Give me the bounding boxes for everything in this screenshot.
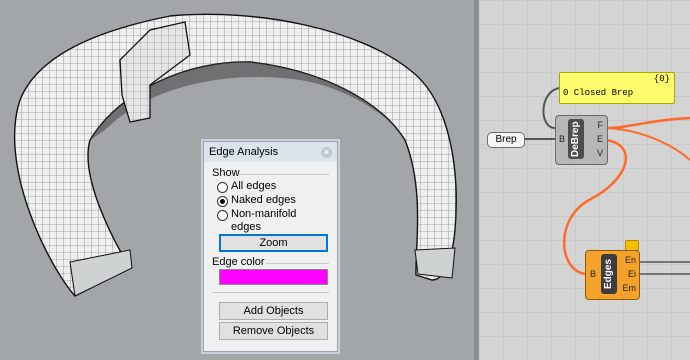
grasshopper-canvas[interactable]: {0} 0 Closed Brep Brep B DeBrep F E V B …: [479, 0, 690, 360]
edge-analysis-dialog: Edge Analysis × Show All edges Naked edg…: [203, 141, 338, 352]
edges-input-b[interactable]: B: [590, 269, 596, 279]
dialog-titlebar[interactable]: Edge Analysis ×: [204, 142, 337, 162]
radio-label: All edges: [231, 180, 277, 192]
wire-faces: [605, 116, 690, 130]
edges-component[interactable]: B Edges En Ei Em: [585, 250, 640, 300]
show-separator: [238, 174, 329, 175]
panel-text: 0 Closed Brep: [563, 88, 634, 98]
edges-output-em[interactable]: Em: [623, 283, 637, 293]
wires-layer: [523, 87, 690, 276]
radio-label: Naked edges: [231, 194, 296, 206]
debrep-output-f[interactable]: F: [598, 120, 604, 130]
radio-button[interactable]: [217, 182, 228, 193]
edges-output-ei[interactable]: Ei: [628, 269, 636, 279]
edges-nickname: Edges: [601, 254, 617, 294]
buttons-separator: [212, 292, 329, 293]
edge-color-label: Edge color: [212, 256, 265, 268]
edge-color-separator: [266, 263, 329, 264]
close-icon[interactable]: ×: [321, 146, 332, 158]
dialog-title: Edge Analysis: [209, 146, 279, 158]
rhino-viewport[interactable]: Edge Analysis × Show All edges Naked edg…: [0, 0, 474, 360]
radio-button-checked[interactable]: [217, 196, 228, 207]
add-objects-button[interactable]: Add Objects: [219, 302, 328, 320]
debrep-output-v[interactable]: V: [597, 148, 603, 158]
radio-button[interactable]: [217, 210, 228, 221]
zoom-button[interactable]: Zoom: [219, 234, 328, 252]
radio-label-line1: Non-manifold: [231, 208, 297, 220]
radio-all-edges[interactable]: All edges: [217, 180, 276, 193]
debrep-component[interactable]: B DeBrep F E V: [555, 115, 608, 165]
panel-path-tag: {0}: [653, 74, 670, 84]
debrep-input-b[interactable]: B: [559, 134, 565, 144]
radio-naked-edges[interactable]: Naked edges: [217, 194, 296, 207]
radio-label-line2: edges: [231, 221, 261, 233]
show-section-label: Show: [212, 167, 240, 179]
radio-non-manifold-edges[interactable]: Non-manifold edges: [217, 208, 296, 234]
edge-color-swatch[interactable]: [219, 269, 328, 285]
debrep-nickname: DeBrep: [568, 119, 584, 159]
edges-output-en[interactable]: En: [625, 255, 636, 265]
brep-param[interactable]: Brep: [487, 132, 525, 148]
remove-objects-button[interactable]: Remove Objects: [219, 322, 328, 340]
closed-brep-panel[interactable]: {0} 0 Closed Brep: [559, 72, 675, 104]
debrep-output-e[interactable]: E: [597, 134, 603, 144]
radio-label: Non-manifold edges: [231, 208, 296, 234]
